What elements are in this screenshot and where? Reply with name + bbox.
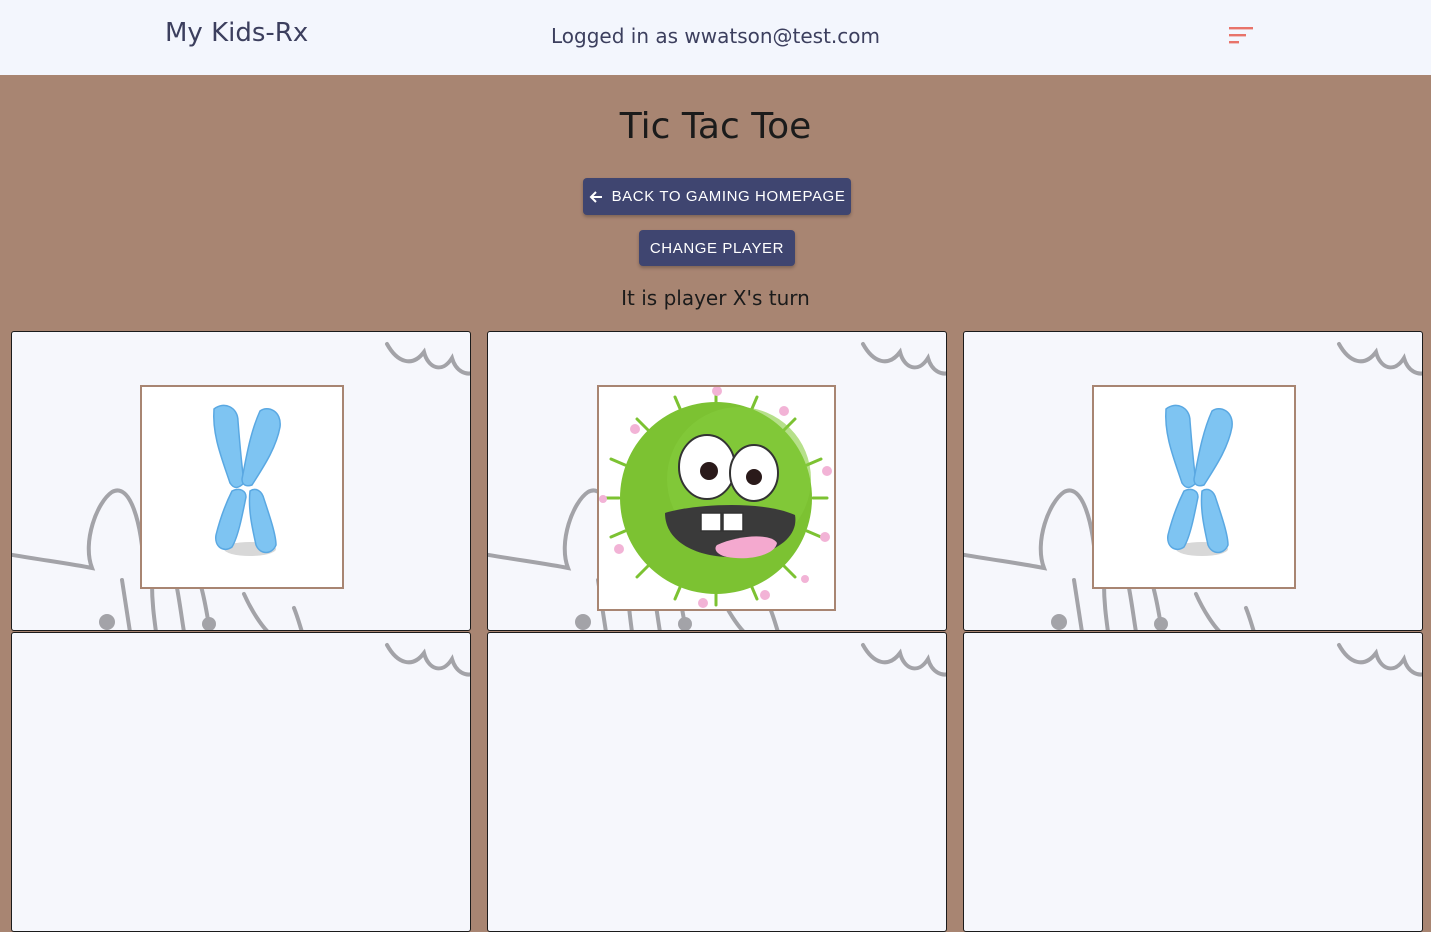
doodle-background-icon: [385, 643, 470, 677]
back-button-label: Back to Gaming Homepage: [611, 188, 846, 205]
sort-menu-icon[interactable]: [1226, 25, 1256, 47]
page-title: Tic Tac Toe: [619, 106, 812, 147]
chromosome-x-icon: [140, 385, 344, 589]
change-player-label: Change Player: [649, 239, 785, 257]
board-cell-4[interactable]: [11, 632, 471, 932]
login-status: Logged in as wwatson@test.com: [550, 24, 881, 48]
board-cell-1[interactable]: [11, 331, 471, 631]
green-germ-icon: [597, 385, 836, 611]
doodle-background-icon: [1337, 643, 1422, 677]
board-cell-5[interactable]: [487, 632, 947, 932]
change-player-button[interactable]: Change Player: [639, 230, 795, 266]
chromosome-x-icon: [1092, 385, 1296, 589]
arrow-left-icon: [589, 190, 603, 204]
doodle-background-icon: [861, 643, 946, 677]
turn-status: It is player X's turn: [621, 286, 810, 310]
board-cell-3[interactable]: [963, 331, 1423, 631]
board-cell-6[interactable]: [963, 632, 1423, 932]
navbar: My Kids-Rx Logged in as wwatson@test.com: [0, 0, 1431, 75]
back-to-gaming-homepage-button[interactable]: Back to Gaming Homepage: [583, 178, 851, 215]
board-cell-2[interactable]: [487, 331, 947, 631]
